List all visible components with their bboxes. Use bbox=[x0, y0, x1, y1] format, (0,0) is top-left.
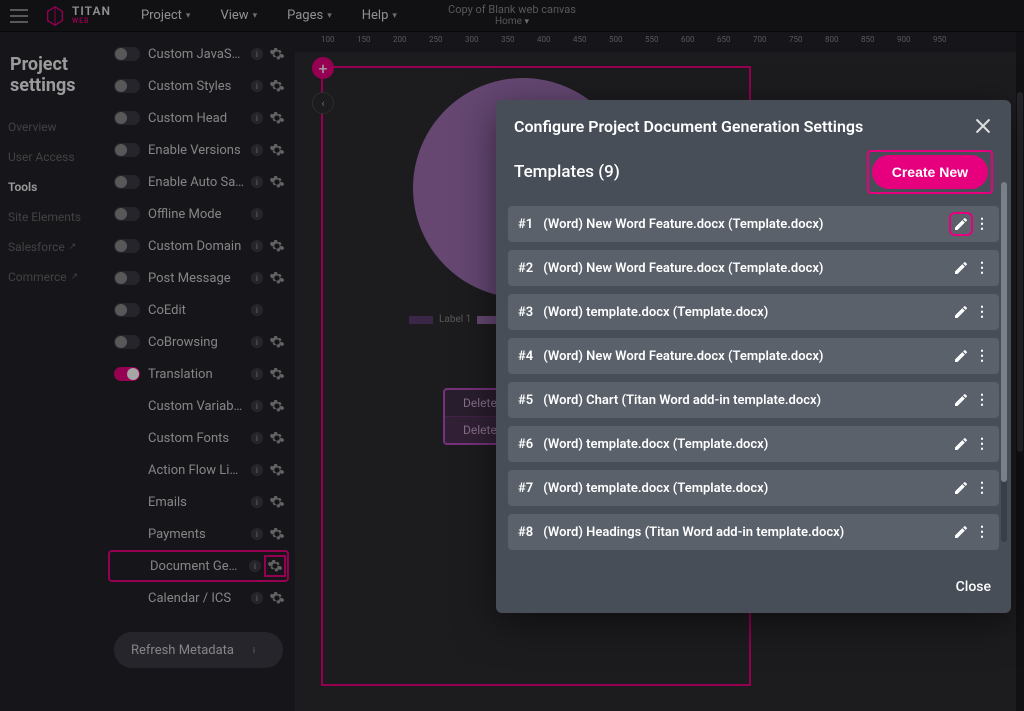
template-name: (Word) template.docx (Template.docx) bbox=[543, 481, 953, 496]
template-name: (Word) Headings (Titan Word add-in templ… bbox=[543, 525, 953, 540]
template-row[interactable]: #2 (Word) New Word Feature.docx (Template… bbox=[508, 250, 999, 286]
template-row[interactable]: #7 (Word) template.docx (Template.docx) ⋮ bbox=[508, 470, 999, 506]
template-index: #1 bbox=[518, 217, 533, 232]
template-index: #7 bbox=[518, 481, 533, 496]
more-options-icon[interactable]: ⋮ bbox=[975, 263, 989, 273]
template-row[interactable]: #8 (Word) Headings (Titan Word add-in tem… bbox=[508, 514, 999, 550]
edit-icon[interactable] bbox=[953, 436, 969, 452]
template-index: #2 bbox=[518, 261, 533, 276]
more-options-icon[interactable]: ⋮ bbox=[975, 307, 989, 317]
document-generation-modal: Configure Project Document Generation Se… bbox=[496, 100, 1011, 613]
edit-icon[interactable] bbox=[953, 216, 969, 232]
template-name: (Word) template.docx (Template.docx) bbox=[543, 305, 953, 320]
template-name: (Word) New Word Feature.docx (Template.d… bbox=[543, 217, 953, 232]
template-row[interactable]: #6 (Word) template.docx (Template.docx) ⋮ bbox=[508, 426, 999, 462]
template-name: (Word) New Word Feature.docx (Template.d… bbox=[543, 349, 953, 364]
edit-icon[interactable] bbox=[953, 348, 969, 364]
templates-heading: Templates (9) bbox=[514, 162, 620, 182]
template-row[interactable]: #4 (Word) New Word Feature.docx (Template… bbox=[508, 338, 999, 374]
template-row[interactable]: #3 (Word) template.docx (Template.docx) ⋮ bbox=[508, 294, 999, 330]
template-index: #8 bbox=[518, 525, 533, 540]
edit-icon[interactable] bbox=[953, 392, 969, 408]
edit-icon[interactable] bbox=[953, 304, 969, 320]
create-new-button[interactable]: Create New bbox=[872, 155, 988, 189]
template-index: #3 bbox=[518, 305, 533, 320]
more-options-icon[interactable]: ⋮ bbox=[975, 395, 989, 405]
template-row[interactable]: #5 (Word) Chart (Titan Word add-in templa… bbox=[508, 382, 999, 418]
more-options-icon[interactable]: ⋮ bbox=[975, 527, 989, 537]
template-row[interactable]: #1 (Word) New Word Feature.docx (Template… bbox=[508, 206, 999, 242]
more-options-icon[interactable]: ⋮ bbox=[975, 483, 989, 493]
template-name: (Word) Chart (Titan Word add-in template… bbox=[543, 393, 953, 408]
edit-icon[interactable] bbox=[953, 480, 969, 496]
template-name: (Word) New Word Feature.docx (Template.d… bbox=[543, 261, 953, 276]
more-options-icon[interactable]: ⋮ bbox=[975, 351, 989, 361]
template-name: (Word) template.docx (Template.docx) bbox=[543, 437, 953, 452]
modal-title: Configure Project Document Generation Se… bbox=[514, 117, 863, 136]
template-index: #5 bbox=[518, 393, 533, 408]
more-options-icon[interactable]: ⋮ bbox=[975, 439, 989, 449]
close-button[interactable]: Close bbox=[956, 579, 991, 595]
template-index: #4 bbox=[518, 349, 533, 364]
edit-icon[interactable] bbox=[953, 524, 969, 540]
close-icon[interactable] bbox=[973, 116, 993, 136]
template-index: #6 bbox=[518, 437, 533, 452]
modal-scrollbar[interactable] bbox=[1001, 182, 1007, 542]
more-options-icon[interactable]: ⋮ bbox=[975, 219, 989, 229]
create-new-highlight: Create New bbox=[867, 150, 993, 194]
templates-list: #1 (Word) New Word Feature.docx (Template… bbox=[496, 206, 1011, 562]
edit-icon[interactable] bbox=[953, 260, 969, 276]
